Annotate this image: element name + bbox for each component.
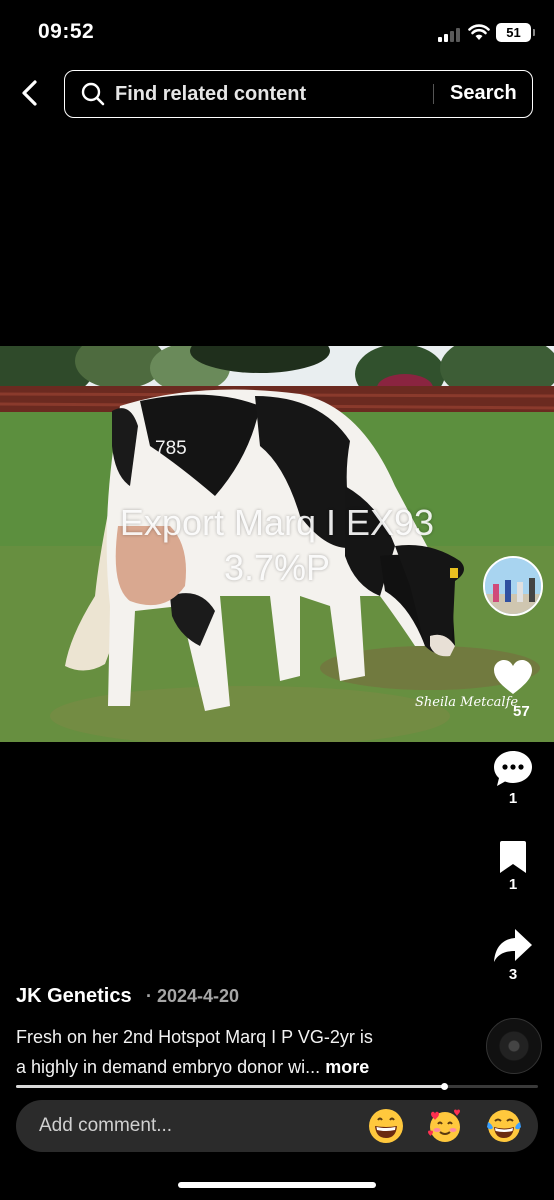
back-arrow-icon[interactable] bbox=[14, 76, 48, 110]
share-count: 3 bbox=[508, 966, 518, 983]
caption-line-2-text: a highly in demand embryo donor wi... bbox=[16, 1057, 321, 1077]
wifi-icon bbox=[468, 24, 490, 40]
search-input[interactable]: Find related content bbox=[115, 83, 306, 106]
share-button[interactable]: 3 bbox=[482, 928, 544, 983]
caption-line-2: a highly in demand embryo donor wi... mo… bbox=[16, 1052, 436, 1082]
heart-icon bbox=[494, 660, 532, 694]
like-count: 57 bbox=[513, 703, 530, 720]
cow-ear-tag: 785 bbox=[155, 438, 187, 459]
bookmark-count: 1 bbox=[508, 876, 518, 893]
video-overlay-title: Export Marq I EX93 bbox=[119, 502, 435, 543]
video-player[interactable]: 785 Export Marq I EX93 3.7%P Sheila Metc… bbox=[0, 346, 554, 742]
search-divider bbox=[433, 84, 434, 104]
comment-button[interactable]: 1 bbox=[482, 750, 544, 807]
video-overlay-subtitle: 3.7%P bbox=[223, 547, 331, 588]
home-indicator bbox=[178, 1182, 376, 1188]
caption-line-1: Fresh on her 2nd Hotspot Marq I P VG-2yr… bbox=[16, 1027, 373, 1047]
more-link[interactable]: more bbox=[325, 1057, 369, 1077]
comment-bubble-icon bbox=[494, 751, 532, 786]
comment-input[interactable]: Add comment... bbox=[39, 1115, 172, 1137]
share-arrow-icon bbox=[494, 929, 532, 962]
music-disc-icon[interactable] bbox=[486, 1018, 542, 1074]
smiling-face-with-hearts-emoji-icon[interactable] bbox=[427, 1108, 463, 1144]
post-date: · 2024-4-20 bbox=[146, 986, 240, 1006]
grinning-face-emoji-icon[interactable] bbox=[368, 1108, 404, 1144]
bookmark-button[interactable]: 1 bbox=[482, 840, 544, 893]
bookmark-icon bbox=[500, 841, 526, 873]
status-bar: 09:52 51 bbox=[0, 0, 554, 62]
clock: 09:52 bbox=[38, 20, 95, 43]
search-button[interactable]: Search bbox=[450, 82, 517, 105]
comment-input-bar[interactable]: Add comment... bbox=[16, 1100, 538, 1152]
video-progress-bar[interactable] bbox=[16, 1083, 538, 1090]
video-frame-image: 785 bbox=[0, 346, 554, 742]
battery-level: 51 bbox=[506, 25, 521, 40]
battery-icon: 51 bbox=[496, 23, 535, 42]
like-button[interactable]: 57 bbox=[482, 660, 544, 720]
comment-count: 1 bbox=[508, 790, 518, 807]
video-progress-handle[interactable] bbox=[441, 1083, 449, 1090]
post-caption[interactable]: Fresh on her 2nd Hotspot Marq I P VG-2yr… bbox=[16, 1022, 436, 1082]
video-progress-fill bbox=[16, 1085, 445, 1088]
search-icon bbox=[81, 82, 105, 106]
face-with-tears-of-joy-emoji-icon[interactable] bbox=[486, 1108, 522, 1144]
author-name[interactable]: JK Genetics bbox=[16, 985, 132, 1008]
cellular-signal-icon bbox=[438, 26, 462, 42]
creator-avatar[interactable] bbox=[483, 556, 543, 616]
search-bar[interactable]: Find related content Search bbox=[64, 70, 533, 118]
